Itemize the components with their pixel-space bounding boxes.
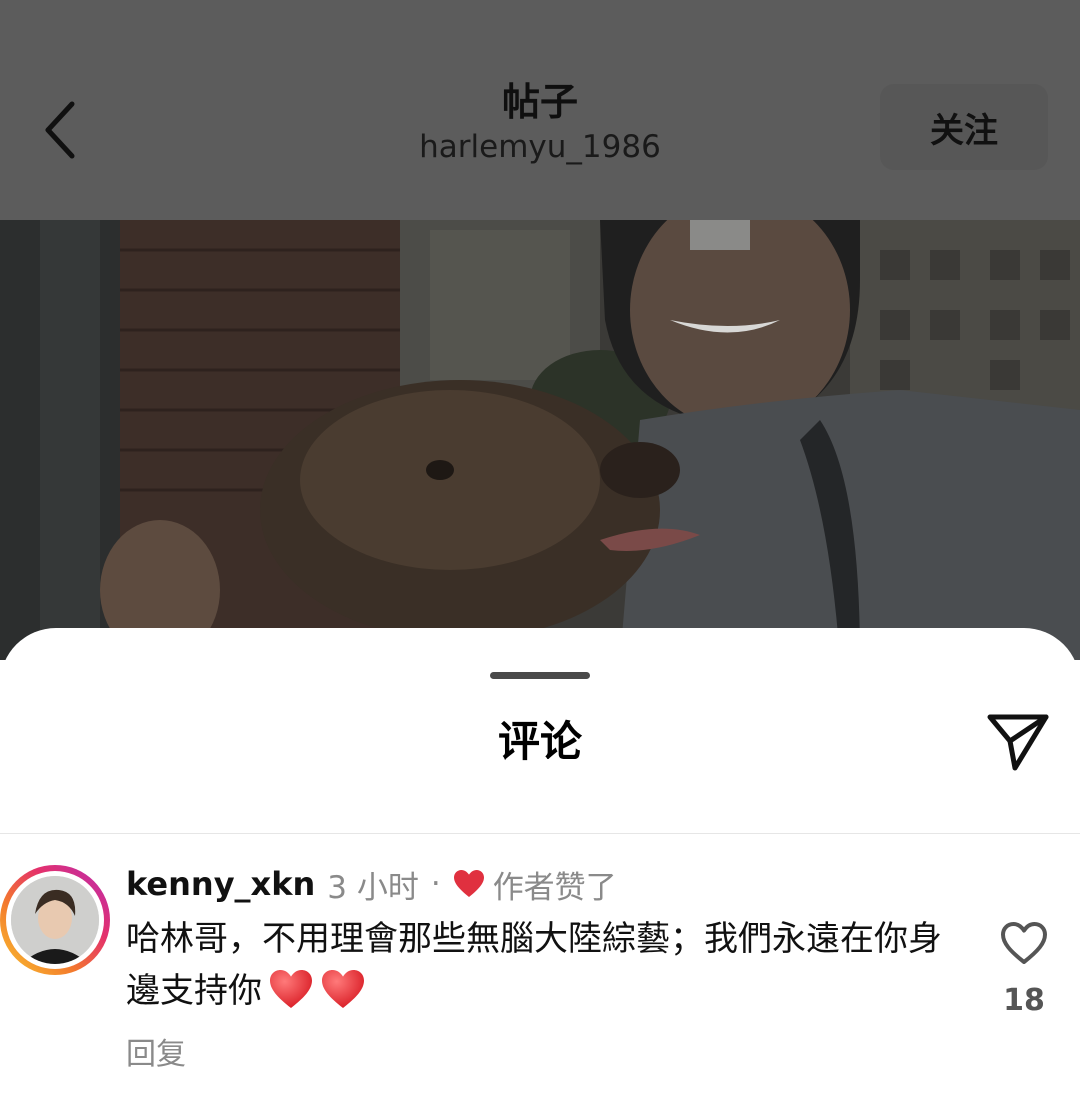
like-count: 18	[1003, 983, 1045, 1018]
post-photo[interactable]	[0, 220, 1080, 660]
comments-sheet: 评论 kenny_xkn 3 小时 · 作者赞了 哈林哥，不用理會那些無腦大陸綜…	[0, 628, 1080, 1099]
avatar-image	[11, 876, 99, 964]
liked-heart-icon	[453, 869, 485, 899]
meta-separator: ·	[430, 866, 441, 902]
share-button[interactable]	[982, 706, 1054, 778]
avatar[interactable]	[0, 865, 110, 975]
heart-emoji	[320, 968, 366, 1010]
comment-body: 哈林哥，不用理會那些無腦大陸綜藝；我們永遠在你身邊支持你	[126, 913, 946, 1017]
like-button[interactable]	[998, 917, 1050, 969]
heart-emoji	[268, 968, 314, 1010]
heart-outline-icon	[1001, 922, 1047, 964]
post-comments-screen: 帖子 harlemyu_1986 关注 评论 kenny_xkn 3 小时 · …	[0, 0, 1080, 1099]
comment-text: 哈林哥，不用理會那些無腦大陸綜藝；我們永遠在你身邊支持你	[126, 919, 942, 1011]
sheet-drag-handle[interactable]	[490, 672, 590, 679]
send-icon	[987, 714, 1049, 771]
comment-meta: kenny_xkn 3 小时 · 作者赞了	[126, 861, 617, 907]
sheet-title: 评论	[497, 717, 582, 766]
comment-username[interactable]: kenny_xkn	[126, 865, 315, 903]
post-header: 帖子 harlemyu_1986 关注	[0, 0, 1080, 220]
comment-item: kenny_xkn 3 小时 · 作者赞了 哈林哥，不用理會那些無腦大陸綜藝；我…	[0, 833, 1080, 1099]
follow-button[interactable]: 关注	[880, 84, 1048, 170]
reply-button[interactable]: 回复	[126, 1029, 186, 1073]
comment-time: 3 小时	[327, 869, 419, 906]
liked-by-author-label: 作者赞了	[492, 869, 617, 906]
post-photo-image	[0, 220, 1080, 660]
